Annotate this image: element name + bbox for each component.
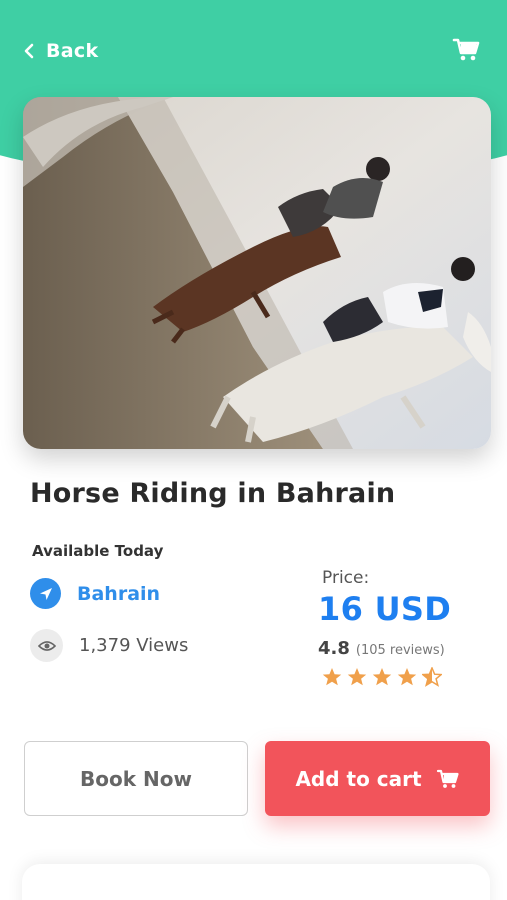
cart-icon [436, 769, 459, 788]
reviews-count: (105 reviews) [355, 643, 445, 658]
chevron-left-icon [24, 43, 34, 59]
cart-icon[interactable] [451, 34, 481, 64]
horse-riding-photo [23, 97, 491, 449]
views-row: 1,379 Views [30, 629, 188, 662]
add-to-cart-button[interactable]: Add to cart [265, 741, 490, 816]
rating-stars [322, 667, 493, 687]
star-icon [322, 668, 342, 686]
price-label: Price: [322, 568, 370, 588]
availability-label: Available Today [32, 542, 164, 560]
location-row[interactable]: Bahrain [30, 578, 160, 609]
back-button[interactable]: Back [22, 36, 98, 66]
location-arrow-icon [30, 578, 61, 609]
location-name: Bahrain [77, 582, 161, 605]
add-to-cart-label: Add to cart [295, 766, 422, 791]
activity-detail-screen: Back Horse Riding in Bahrain Available T… [0, 0, 507, 900]
price-block: Price: 16 USD 4.8 (105 reviews) [318, 568, 493, 687]
activity-title: Horse Riding in Bahrain [30, 478, 396, 509]
activity-photo [23, 97, 491, 449]
book-now-button[interactable]: Book Now [24, 741, 248, 816]
eye-icon [30, 629, 63, 662]
half-star-icon [422, 667, 442, 687]
top-bar: Back [0, 0, 507, 100]
rating-value: 4.8 [318, 638, 350, 659]
price-value: 16 USD [318, 590, 452, 628]
star-icon [372, 668, 392, 686]
views-count: 1,379 Views [79, 635, 189, 656]
rating-line: 4.8 (105 reviews) [318, 638, 493, 659]
star-icon [397, 668, 417, 686]
star-icon [347, 668, 367, 686]
details-card [22, 864, 490, 900]
back-label: Back [46, 40, 99, 62]
